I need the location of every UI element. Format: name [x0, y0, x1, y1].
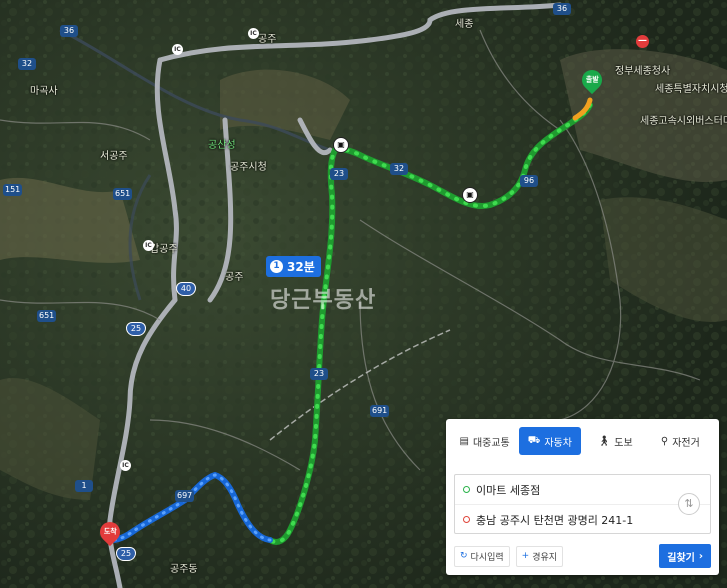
road-shield: 25 — [126, 322, 146, 336]
road-shield: 23 — [310, 368, 328, 380]
road-shield: 651 — [113, 188, 133, 200]
walk-icon: 🚶︎ — [597, 435, 611, 447]
search-route-label: 길찾기 — [667, 552, 695, 564]
no-entry-icon: — — [636, 35, 649, 48]
road-shield: 25 — [116, 547, 136, 561]
route-index: 1 — [270, 260, 283, 273]
destination-field[interactable]: 충남 공주시 탄천면 광명리 241-1 — [455, 504, 710, 534]
road-shield: 651 — [37, 310, 57, 322]
panel-actions: ↻ 다시입력 + 경유지 길찾기 › — [454, 544, 711, 568]
mode-label: 도보 — [614, 437, 633, 449]
interchange-icon: IC — [120, 460, 131, 471]
plus-icon: + — [521, 551, 530, 561]
road-shield: 32 — [18, 58, 36, 70]
mode-label: 자동차 — [544, 437, 572, 449]
interchange-icon: IC — [143, 240, 154, 251]
waypoint-label: 경유지 — [532, 552, 558, 563]
road-shield: 1 — [75, 480, 93, 492]
mode-car[interactable]: ⛟ 자동차 — [519, 427, 581, 455]
bus-icon: ▤ — [459, 435, 469, 447]
road-shield: 96 — [520, 175, 538, 187]
bike-icon: ⚲ — [660, 435, 669, 447]
road-shield: 36 — [60, 25, 78, 37]
refresh-icon: ↻ — [460, 551, 468, 561]
reset-button[interactable]: ↻ 다시입력 — [454, 545, 510, 567]
end-marker[interactable]: 도착 — [95, 517, 125, 547]
mode-label: 대중교통 — [472, 437, 510, 449]
interchange-icon: IC — [248, 28, 259, 39]
end-label: 도착 — [103, 528, 117, 537]
transport-modes: ▤ 대중교통 ⛟ 자동차 🚶︎ 도보 ⚲ 자전거 — [446, 419, 719, 455]
reset-label: 다시입력 — [470, 552, 504, 563]
mode-bike[interactable]: ⚲ 자전거 — [650, 427, 711, 455]
road-shield: 151 — [3, 184, 23, 196]
origin-dot-icon — [463, 486, 470, 493]
directions-panel: ▤ 대중교통 ⛟ 자동차 🚶︎ 도보 ⚲ 자전거 이마트 세종점 충남 공주시 … — [446, 419, 719, 575]
watermark: 당근부동산 — [270, 288, 377, 313]
add-waypoint-button[interactable]: + 경유지 — [515, 545, 564, 567]
start-marker[interactable]: 출발 — [577, 65, 607, 95]
route-time-badge[interactable]: 1 32분 — [266, 256, 321, 277]
mode-label: 자전거 — [672, 437, 700, 449]
road-shield: 32 — [390, 163, 408, 175]
road-shield: 697 — [175, 490, 195, 502]
speed-camera-icon: ▣ — [333, 137, 349, 153]
search-route-button[interactable]: 길찾기 › — [659, 544, 711, 568]
route-inputs: 이마트 세종점 충남 공주시 탄천면 광명리 241-1 ⇅ — [454, 474, 711, 534]
road-shield: 23 — [330, 168, 348, 180]
destination-dot-icon — [463, 516, 470, 523]
road-shield: 691 — [370, 405, 390, 417]
chevron-right-icon: › — [698, 550, 703, 562]
start-label: 출발 — [585, 76, 599, 85]
origin-field[interactable]: 이마트 세종점 — [455, 475, 710, 504]
interchange-icon: IC — [172, 44, 183, 55]
mode-walk[interactable]: 🚶︎ 도보 — [585, 427, 646, 455]
road-shield: 36 — [553, 3, 571, 15]
route-time: 32분 — [287, 260, 315, 274]
car-icon: ⛟ — [527, 434, 541, 446]
road-shield: 40 — [176, 282, 196, 296]
swap-icon[interactable]: ⇅ — [678, 493, 700, 515]
destination-value: 충남 공주시 탄천면 광명리 241-1 — [476, 513, 634, 527]
speed-camera-icon: ▣ — [462, 187, 478, 203]
origin-value: 이마트 세종점 — [476, 483, 541, 497]
mode-transit[interactable]: ▤ 대중교통 — [454, 427, 515, 455]
